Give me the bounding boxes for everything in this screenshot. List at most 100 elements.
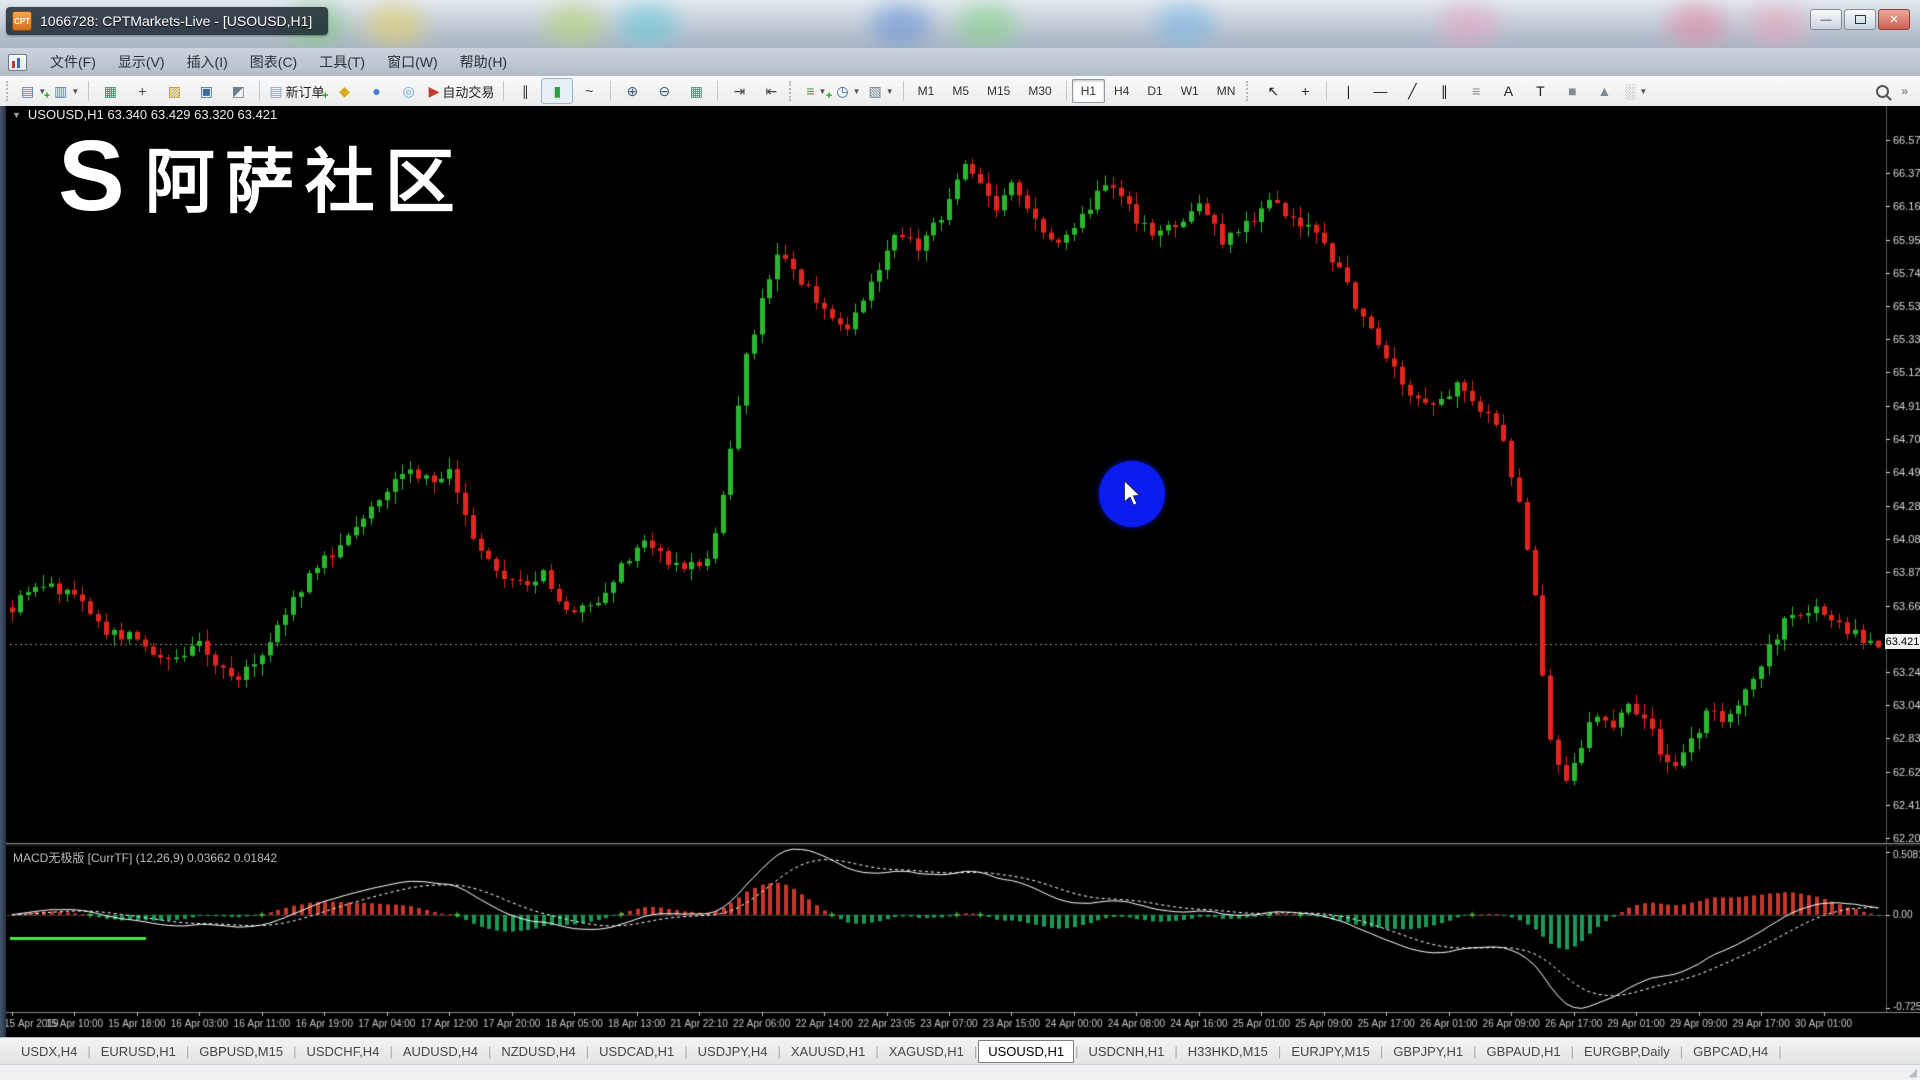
chevron-down-icon[interactable]: ▼ — [71, 87, 79, 96]
symbol-tab-gbpaud[interactable]: GBPAUD,H1 — [1477, 1041, 1569, 1062]
experts-button[interactable]: ● — [361, 78, 393, 104]
new-order-button[interactable]: ▤+新订单 — [265, 78, 328, 104]
close-button[interactable]: ✕ — [1878, 9, 1910, 30]
vertical-line-button[interactable]: | — [1332, 78, 1364, 104]
timeframe-button-m5[interactable]: M5 — [943, 79, 978, 103]
menu-item-5[interactable]: 窗口(W) — [376, 48, 449, 76]
new-chart-button[interactable]: ▤+▼ — [17, 78, 50, 104]
shapes-button[interactable]: ■ — [1556, 78, 1588, 104]
indicators-button[interactable]: ≡+▼ — [800, 78, 832, 104]
symbol-tab-xagusd[interactable]: XAGUSD,H1 — [880, 1041, 973, 1062]
symbol-tab-usdx[interactable]: USDX,H4 — [12, 1041, 86, 1062]
window-title: 1066728: CPTMarkets-Live - [USOUSD,H1] — [40, 13, 312, 29]
text-label-button[interactable]: T — [1524, 78, 1556, 104]
chart-menu-icon[interactable] — [8, 54, 27, 71]
tile-windows-button[interactable]: ▦ — [680, 78, 712, 104]
channel-button[interactable]: ∥ — [1428, 78, 1460, 104]
menu-item-3[interactable]: 图表(C) — [239, 48, 308, 76]
symbol-tab-xauusd[interactable]: XAUUSD,H1 — [782, 1041, 874, 1062]
chevron-down-icon[interactable]: ▼ — [886, 87, 894, 96]
symbol-tab-gbpjpy[interactable]: GBPJPY,H1 — [1384, 1041, 1472, 1062]
navigator-button[interactable]: ▨ — [158, 78, 190, 104]
restore-icon — [1855, 15, 1866, 24]
terminal-button[interactable]: ▣ — [190, 78, 222, 104]
symbol-info[interactable]: ▼ USOUSD,H1 63.340 63.429 63.320 63.421 — [12, 107, 277, 122]
experts-icon: ● — [372, 84, 380, 98]
auto-scroll-button[interactable]: ⇥ — [723, 78, 755, 104]
metaeditor-button[interactable]: ◆ — [329, 78, 361, 104]
resize-grip-icon[interactable]: ◢ — [1909, 1066, 1917, 1079]
symbol-tab-usousd[interactable]: USOUSD,H1 — [978, 1040, 1074, 1063]
toolbar-separator — [503, 81, 504, 101]
candlestick-chart-canvas[interactable] — [0, 106, 1920, 1037]
symbol-tab-nzdusd[interactable]: NZDUSD,H4 — [492, 1041, 584, 1062]
symbol-tab-usdcnh[interactable]: USDCNH,H1 — [1079, 1041, 1173, 1062]
timeframe-button-mn[interactable]: MN — [1208, 79, 1245, 103]
toolbar-separator — [717, 81, 718, 101]
trendline-button[interactable]: ╱ — [1396, 78, 1428, 104]
menu-item-4[interactable]: 工具(T) — [308, 48, 376, 76]
timeframe-button-m15[interactable]: M15 — [978, 79, 1019, 103]
chevron-down-icon[interactable]: ▼ — [853, 87, 861, 96]
symbol-tab-eurusd[interactable]: EURUSD,H1 — [92, 1041, 185, 1062]
strategy-tester-button[interactable]: ◩ — [222, 78, 254, 104]
timeframe-button-h1[interactable]: H1 — [1072, 79, 1105, 103]
menu-item-1[interactable]: 显示(V) — [107, 48, 176, 76]
glass-blob — [618, 4, 678, 46]
symbol-tab-h33hkd[interactable]: H33HKD,M15 — [1179, 1041, 1277, 1062]
periods-button[interactable]: ◷▼ — [832, 78, 864, 104]
timeframe-button-m1[interactable]: M1 — [909, 79, 944, 103]
crosshair-button[interactable]: + — [1289, 78, 1321, 104]
status-bar — [0, 1064, 1920, 1080]
zoom-out-button[interactable]: ⊖ — [648, 78, 680, 104]
symbol-tab-usdchf[interactable]: USDCHF,H4 — [297, 1041, 388, 1062]
minimize-button[interactable]: — — [1810, 9, 1842, 30]
line-chart-button[interactable]: ~ — [573, 78, 605, 104]
toolbar-separator — [259, 81, 260, 101]
bar-chart-button[interactable]: ∥ — [509, 78, 541, 104]
menu-item-2[interactable]: 插入(I) — [176, 48, 239, 76]
autotrading-button[interactable]: ▶自动交易 — [425, 78, 499, 104]
symbol-tab-eurjpy[interactable]: EURJPY,M15 — [1282, 1041, 1379, 1062]
text-label-icon: T — [1536, 84, 1545, 98]
symbol-tab-audusd[interactable]: AUDUSD,H4 — [394, 1041, 487, 1062]
current-price-badge: 63.421 — [1885, 634, 1920, 649]
menu-item-0[interactable]: 文件(F) — [39, 48, 107, 76]
arrows-button[interactable]: ▲ — [1588, 78, 1620, 104]
symbol-tab-eurgbp[interactable]: EURGBP,Daily — [1575, 1041, 1679, 1062]
toolbar-items: ▤+▼▥▼▦+▨▣◩▤+新订单◆●◎▶自动交易∥▮~⊕⊖▦⇥⇤≡+▼◷▼▧▼M1… — [4, 78, 1652, 104]
timeframe-button-m30[interactable]: M30 — [1019, 79, 1060, 103]
cursor-button[interactable]: ↖ — [1257, 78, 1289, 104]
new-chart-icon: ▤ — [21, 84, 34, 98]
zoom-in-button[interactable]: ⊕ — [616, 78, 648, 104]
symbol-tab-gbpcad[interactable]: GBPCAD,H4 — [1684, 1041, 1777, 1062]
chevron-down-icon[interactable]: ▼ — [1639, 87, 1647, 96]
market-watch-button[interactable]: ▦ — [94, 78, 126, 104]
symbol-tab-usdcad[interactable]: USDCAD,H1 — [590, 1041, 683, 1062]
maximize-button[interactable] — [1844, 9, 1876, 30]
toolbar-grip — [1246, 81, 1252, 101]
fibonacci-button[interactable]: ≡ — [1460, 78, 1492, 104]
timeframe-button-d1[interactable]: D1 — [1138, 79, 1171, 103]
search-icon[interactable] — [1876, 85, 1889, 98]
symbol-tab-gbpusd[interactable]: GBPUSD,M15 — [190, 1041, 292, 1062]
chart-collapse-icon[interactable]: ▼ — [12, 110, 21, 120]
signals-icon: ◎ — [402, 84, 414, 98]
candlesticks-button[interactable]: ▮ — [541, 78, 573, 104]
tab-separator: | — [1777, 1044, 1782, 1059]
templates-button[interactable]: ▧▼ — [865, 78, 898, 104]
menu-item-6[interactable]: 帮助(H) — [449, 48, 518, 76]
toolbar-separator — [903, 81, 904, 101]
timeframe-button-w1[interactable]: W1 — [1172, 79, 1208, 103]
profiles-button[interactable]: ▥▼ — [50, 78, 83, 104]
timeframe-button-h4[interactable]: H4 — [1105, 79, 1138, 103]
horizontal-line-button[interactable]: — — [1364, 78, 1396, 104]
toolbar-overflow-icon[interactable]: » — [1901, 84, 1908, 98]
symbol-tab-usdjpy[interactable]: USDJPY,H4 — [689, 1041, 777, 1062]
chart-shift-button[interactable]: ⇤ — [755, 78, 787, 104]
signals-button[interactable]: ◎ — [393, 78, 425, 104]
more-tools-icon: ░ — [1625, 84, 1635, 98]
more-tools-button[interactable]: ░▼ — [1620, 78, 1652, 104]
text-button[interactable]: A — [1492, 78, 1524, 104]
data-window-button[interactable]: + — [126, 78, 158, 104]
